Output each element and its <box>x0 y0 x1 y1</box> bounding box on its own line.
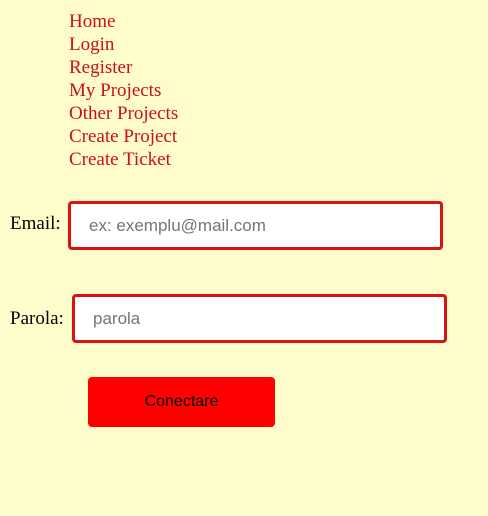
nav-item-my-projects: My Projects <box>69 79 178 102</box>
login-page: { "nav": { "items": [ {"label": "Home"},… <box>0 0 488 516</box>
main-nav: Home Login Register My Projects Other Pr… <box>69 10 178 171</box>
nav-item-create-project: Create Project <box>69 125 178 148</box>
nav-link-register[interactable]: Register <box>69 57 132 78</box>
email-field[interactable] <box>68 201 443 250</box>
password-label: Parola: <box>10 308 64 329</box>
nav-item-register: Register <box>69 56 178 79</box>
nav-link-create-ticket[interactable]: Create Ticket <box>69 149 171 170</box>
nav-item-other-projects: Other Projects <box>69 102 178 125</box>
nav-link-home[interactable]: Home <box>69 11 115 32</box>
nav-link-my-projects[interactable]: My Projects <box>69 80 161 101</box>
password-field[interactable] <box>72 294 447 343</box>
email-label: Email: <box>10 213 61 234</box>
login-button[interactable]: Conectare <box>88 377 275 427</box>
nav-item-create-ticket: Create Ticket <box>69 148 178 171</box>
nav-link-login[interactable]: Login <box>69 34 114 55</box>
nav-link-create-project[interactable]: Create Project <box>69 126 177 147</box>
nav-link-other-projects[interactable]: Other Projects <box>69 103 178 124</box>
nav-item-login: Login <box>69 33 178 56</box>
nav-item-home: Home <box>69 10 178 33</box>
